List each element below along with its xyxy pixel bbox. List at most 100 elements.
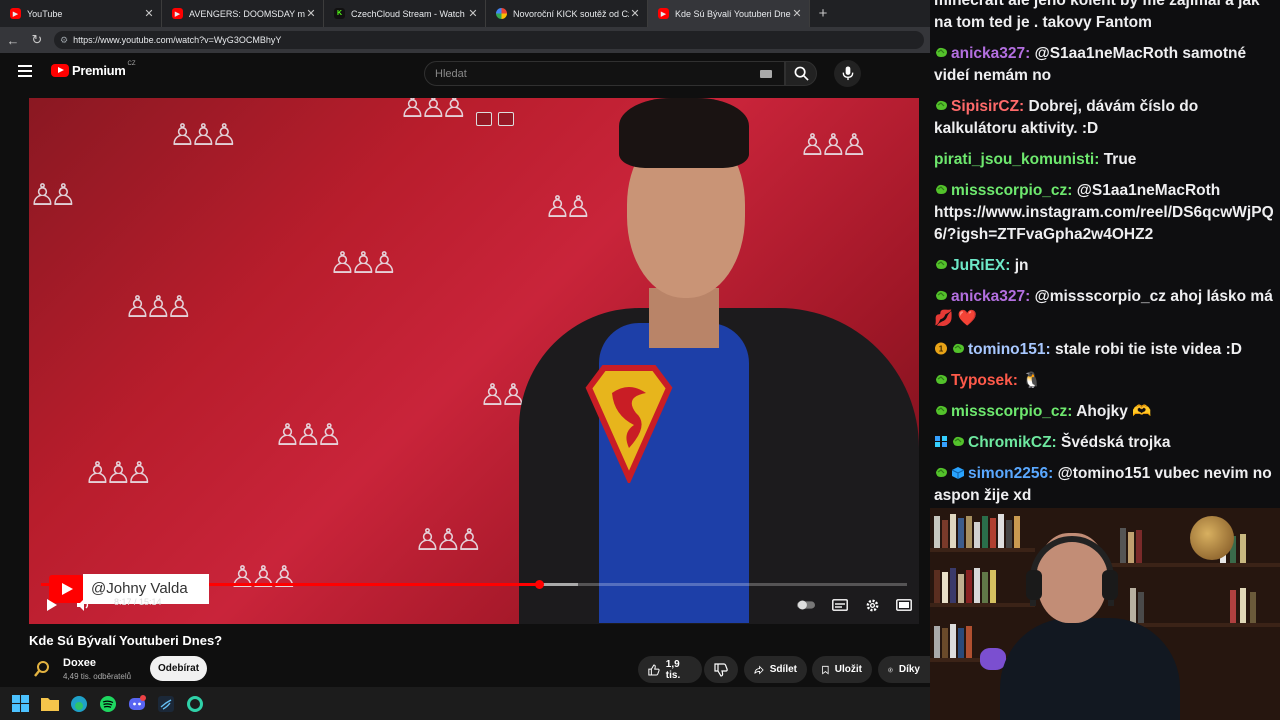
thanks-button[interactable]: Díky — [878, 656, 930, 683]
spotify-icon[interactable] — [98, 694, 117, 713]
channel-name[interactable]: Doxee — [63, 657, 96, 669]
back-button[interactable]: ← — [2, 29, 24, 51]
progress-scrubber[interactable] — [534, 580, 544, 589]
close-tab-icon[interactable]: ✕ — [791, 7, 803, 20]
close-tab-icon[interactable]: ✕ — [305, 7, 317, 20]
chat-username[interactable]: pirati_jsou_komunisti: — [934, 151, 1099, 168]
chat-message: missscorpio_cz: @S1aa1neMacRoth https://… — [934, 180, 1274, 246]
thanks-icon — [888, 667, 893, 672]
chat-text: jn — [1014, 257, 1029, 274]
chat-username[interactable]: anicka327: — [951, 45, 1030, 62]
voice-search-button[interactable] — [834, 60, 861, 87]
chat-message-list: minecraft ale jeho kolent by mě zajímal … — [934, 0, 1274, 507]
new-tab-button[interactable]: + — [810, 0, 836, 27]
superman-logo — [585, 365, 673, 483]
url-text: https://www.youtube.com/watch?v=WyG3OCMB… — [73, 35, 282, 45]
search-placeholder: Hledat — [435, 67, 467, 80]
youtube-favicon-icon: ▶ — [172, 8, 183, 19]
youtube-header: Premium CZ Hledat — [0, 53, 930, 91]
chat-username[interactable]: simon2256: — [968, 465, 1053, 482]
close-tab-icon[interactable]: ✕ — [629, 7, 641, 20]
volume-button[interactable] — [75, 598, 93, 612]
chat-message: minecraft ale jeho kolent by mě zajímal … — [934, 0, 1274, 34]
dislike-button[interactable] — [704, 656, 738, 683]
paper-figures: ♙♙♙ — [414, 524, 483, 557]
chat-username[interactable]: Typosek: — [951, 372, 1018, 389]
site-info-icon[interactable]: ⚙ — [60, 35, 68, 46]
settings-button[interactable] — [863, 598, 881, 612]
file-explorer-icon[interactable] — [40, 694, 59, 713]
chat-username[interactable]: missscorpio_cz: — [951, 403, 1072, 420]
chat-username[interactable]: SipisirCZ: — [951, 98, 1024, 115]
steam-icon[interactable] — [156, 694, 175, 713]
paper-figures: ♙♙♙ — [229, 561, 298, 594]
app-ring-icon[interactable] — [185, 694, 204, 713]
chat-username[interactable]: tomino151: — [968, 341, 1051, 358]
globe-decoration — [1190, 516, 1234, 560]
chat-message: anicka327: @missscorpio_cz ahoj lásko má… — [934, 286, 1274, 330]
browser-tab[interactable]: ▶ AVENGERS: DOOMSDAY mě začín ✕ — [162, 0, 324, 27]
close-tab-icon[interactable]: ✕ — [467, 7, 479, 20]
chat-text: Ahojky 🫶 — [1076, 403, 1152, 420]
save-button[interactable]: Uložit — [812, 656, 872, 683]
miniplayer-icon[interactable] — [476, 112, 492, 126]
browser-tab-active[interactable]: ▶ Kde Sú Bývalí Youtuberi Dnes ✕ — [648, 0, 810, 27]
share-label: Sdílet — [769, 664, 797, 675]
search-button[interactable] — [785, 61, 817, 86]
browser-tab[interactable]: K CzechCloud Stream - Watch Live o ✕ — [324, 0, 486, 27]
save-label: Uložit — [834, 664, 862, 675]
kick-badge-icon — [951, 433, 966, 446]
theater-mode-button[interactable] — [895, 598, 913, 612]
close-tab-icon[interactable]: ✕ — [143, 7, 155, 20]
youtube-favicon-icon: ▶ — [658, 8, 669, 19]
chat-text: Švédská trojka — [1061, 434, 1171, 451]
subtitles-button[interactable] — [831, 598, 849, 612]
chat-username[interactable]: ChromikCZ: — [968, 434, 1057, 451]
tab-label: AVENGERS: DOOMSDAY mě začín — [189, 8, 305, 19]
browser-tab[interactable]: ▶ YouTube ✕ — [0, 0, 162, 27]
discord-icon[interactable] — [127, 694, 146, 713]
share-overlay-icon[interactable] — [498, 112, 514, 126]
edge-browser-icon[interactable] — [69, 694, 88, 713]
subtitles-icon — [832, 599, 848, 611]
windows-start-icon[interactable] — [11, 694, 30, 713]
youtube-page: Premium CZ Hledat ♙♙♙ ♙♙♙ ♙♙ ♙♙♙ ♙♙♙ ♙♙ … — [0, 53, 930, 687]
volume-icon — [77, 599, 89, 611]
chat-message: SipisirCZ: Dobrej, dávám číslo do kalkul… — [934, 96, 1274, 140]
video-presenter — [509, 98, 919, 624]
play-button[interactable] — [43, 598, 61, 612]
keyboard-icon[interactable] — [760, 70, 772, 78]
chat-message: pirati_jsou_komunisti: True — [934, 149, 1274, 171]
search-icon — [794, 66, 809, 81]
chat-text: stale robi tie iste videa :D — [1055, 341, 1242, 358]
paper-figures: ♙♙♙ — [169, 119, 238, 152]
url-field[interactable]: ⚙ https://www.youtube.com/watch?v=WyG3OC… — [54, 31, 924, 49]
menu-icon[interactable] — [18, 65, 32, 77]
chat-username[interactable]: missscorpio_cz: — [951, 182, 1072, 199]
thanks-label: Díky — [898, 664, 920, 675]
time-display: 8:17 / 15:14 — [114, 597, 162, 607]
autoplay-toggle[interactable] — [797, 598, 815, 612]
reload-button[interactable]: ↻ — [26, 29, 48, 51]
share-icon — [754, 665, 764, 674]
chat-message: missscorpio_cz: Ahojky 🫶 — [934, 401, 1274, 423]
browser-tab[interactable]: Novoroční KICK soutěž od CzechC ✕ — [486, 0, 648, 27]
microphone-icon — [842, 66, 853, 81]
channel-avatar[interactable] — [33, 660, 51, 678]
share-button[interactable]: Sdílet — [744, 656, 807, 683]
tab-label: Novoroční KICK soutěž od CzechC — [513, 8, 629, 19]
subscribe-button[interactable]: Odebírat — [150, 656, 207, 681]
tab-label: YouTube — [27, 8, 63, 19]
streamer-body — [1000, 618, 1180, 720]
video-player[interactable]: ♙♙♙ ♙♙♙ ♙♙ ♙♙♙ ♙♙♙ ♙♙ ♙♙♙ ♙♙♙ ♙♙♙ ♙♙♙ ♙♙… — [29, 98, 919, 624]
chat-username[interactable]: anicka327: — [951, 288, 1030, 305]
like-button[interactable]: 1,9 tis. — [638, 656, 702, 683]
youtube-logo[interactable]: Premium CZ — [51, 61, 136, 78]
kick-badge-icon — [934, 287, 949, 300]
kick-badge-icon — [934, 402, 949, 415]
chat-text: minecraft ale jeho kolent by mě zajímal … — [934, 0, 1260, 31]
search-input[interactable]: Hledat — [424, 61, 785, 86]
chat-username[interactable]: JuRiEX: — [951, 257, 1010, 274]
kick-badge-icon — [934, 181, 949, 194]
tab-label: CzechCloud Stream - Watch Live o — [351, 8, 467, 19]
